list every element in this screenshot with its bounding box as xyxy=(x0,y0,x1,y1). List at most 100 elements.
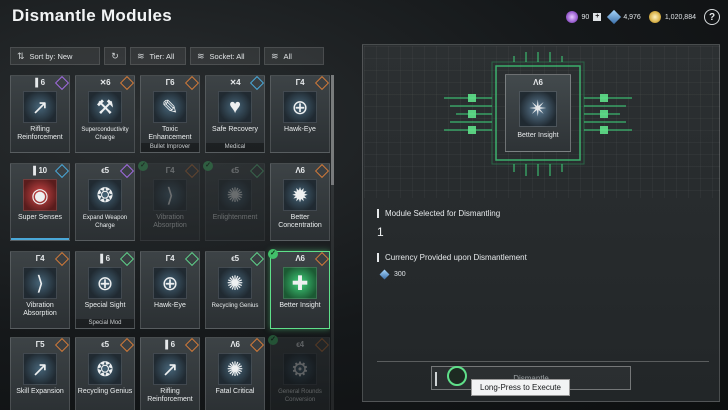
rifle-icon: ↗ xyxy=(23,91,57,123)
currency-gem: 4,976 xyxy=(607,9,641,25)
socket-filter-button[interactable]: ≋ Socket: All xyxy=(190,47,260,65)
button-edge xyxy=(435,372,437,386)
long-press-indicator[interactable] xyxy=(447,366,467,386)
recycle-icon: ❂ xyxy=(88,353,122,385)
module-card[interactable]: ✕6 ⚒ Superconductivity Charge xyxy=(75,75,135,153)
module-card[interactable]: ϵ5 ❂ Recycling Genius xyxy=(75,337,135,410)
module-card[interactable]: ϵ5 ❂ Expand Weapon Charge xyxy=(75,163,135,241)
tier-filter-button[interactable]: ≋ Tier: All xyxy=(130,47,186,65)
refresh-icon: ↻ xyxy=(111,50,119,61)
heart-icon: ♥ xyxy=(218,91,252,123)
spark-icon: ✺ xyxy=(218,179,252,211)
module-card[interactable]: Γ5 ↗ Skill Expansion xyxy=(10,337,70,410)
module-name: Fatal Critical xyxy=(215,388,255,395)
currency-purple-value: 90 xyxy=(581,13,590,21)
checkmark-icon: ✓ xyxy=(138,161,148,171)
module-card-selected[interactable]: ✓ Λ6 ✚ Better Insight xyxy=(268,249,330,329)
checkmark-icon: ✓ xyxy=(203,161,213,171)
module-name: General Rounds Conversion xyxy=(278,389,322,403)
grid-scrollbar[interactable] xyxy=(331,75,334,410)
socket-badge-icon xyxy=(184,75,200,91)
tooltip: Long-Press to Execute xyxy=(471,379,570,396)
module-name: Better Insight xyxy=(517,132,559,139)
expand-icon: ↗ xyxy=(23,353,57,385)
socket-badge-icon xyxy=(249,337,265,353)
shock-icon: ⟩ xyxy=(23,267,57,299)
module-capacity: Λ6 xyxy=(295,254,305,263)
crosshair-icon: ⊕ xyxy=(283,91,317,123)
module-card[interactable]: ▌6 ↗ Rifling Reinforcement xyxy=(10,75,70,153)
module-card[interactable]: Γ6 ✎ Toxic Enhancement Bullet Improver xyxy=(140,75,200,153)
currency-gem-value: 4,976 xyxy=(623,13,641,21)
module-capacity: Γ5 xyxy=(35,340,45,349)
layers-icon: ≋ xyxy=(137,50,145,61)
module-capacity: ▌6 xyxy=(100,254,110,263)
module-name: Better Concentration xyxy=(278,214,322,229)
module-name: Vibration Absorption xyxy=(23,302,57,317)
cylinder-icon: ❂ xyxy=(88,179,122,211)
module-card[interactable]: Γ4 ⊕ Hawk-Eye xyxy=(270,75,330,153)
module-card[interactable]: ✓ Γ4 ⟩ Vibration Absorption xyxy=(138,161,200,241)
module-card[interactable]: Γ4 ⟩ Vibration Absorption xyxy=(10,251,70,329)
module-card[interactable]: ✕4 ♥ Safe Recovery Medical xyxy=(205,75,265,153)
module-card[interactable]: ▌6 ⊕ Special Sight Special Mod xyxy=(75,251,135,329)
sight-icon: ⊕ xyxy=(88,267,122,299)
module-name: Special Sight xyxy=(84,302,126,309)
module-name: Recycling Genius xyxy=(211,303,259,309)
module-grid: ▌6 ↗ Rifling Reinforcement ✕6 ⚒ Supercon… xyxy=(10,75,330,410)
module-name: Hawk-Eye xyxy=(284,126,316,133)
socket-badge-icon xyxy=(184,163,200,179)
module-card[interactable]: Γ4 ⊕ Hawk-Eye xyxy=(140,251,200,329)
module-capacity: Λ6 xyxy=(533,78,543,87)
module-capacity: ▌10 xyxy=(33,166,47,175)
all-filter-button[interactable]: ≋ All xyxy=(264,47,324,65)
module-capacity: ϵ5 xyxy=(231,166,239,175)
module-capacity: Γ6 xyxy=(165,78,175,87)
module-capacity: ▌6 xyxy=(35,78,45,87)
module-capacity: ✕4 xyxy=(229,78,241,87)
reset-button[interactable]: ↻ xyxy=(104,47,126,65)
gun-icon: ⚒ xyxy=(88,91,122,123)
purple-coin-icon xyxy=(565,11,578,23)
all-label: All xyxy=(283,51,292,61)
currency-gold: 1,020,884 xyxy=(648,11,696,23)
help-button[interactable]: ? xyxy=(704,9,720,25)
sort-label: Sort by: New xyxy=(29,51,73,61)
module-card[interactable]: Λ6 ✺ Fatal Critical xyxy=(205,337,265,410)
module-capacity: Γ4 xyxy=(165,166,175,175)
module-card[interactable]: ✓ ϵ4 ⚙ General Rounds Conversion xyxy=(268,335,330,410)
socket-badge-icon xyxy=(314,163,330,179)
module-name: Super Senses xyxy=(18,214,62,221)
module-category: Bullet Improver xyxy=(141,143,199,152)
module-name: Rifling Reinforcement xyxy=(17,126,63,141)
module-name: Superconductivity Charge xyxy=(81,127,129,141)
insight-icon: ✴ xyxy=(519,91,557,127)
module-capacity: ▌6 xyxy=(165,340,175,349)
add-currency-icon[interactable]: + xyxy=(593,13,602,21)
module-card[interactable]: ϵ5 ✺ Recycling Genius xyxy=(205,251,265,329)
socket-badge-icon xyxy=(119,75,135,91)
selected-module-card: Λ6 ✴ Better Insight xyxy=(505,74,571,152)
socket-badge-icon xyxy=(314,337,330,353)
module-card[interactable]: Λ6 ✹ Better Concentration xyxy=(270,163,330,241)
cog-icon: ✹ xyxy=(283,179,317,211)
socket-badge-icon xyxy=(184,251,200,267)
scrollbar-thumb[interactable] xyxy=(331,75,334,185)
page-title: Dismantle Modules xyxy=(12,6,173,25)
socket-label: Socket: All xyxy=(209,51,245,61)
socket-badge-icon xyxy=(249,251,265,267)
module-capacity: ✕6 xyxy=(99,78,111,87)
gem-icon xyxy=(379,269,390,280)
module-name: Skill Expansion xyxy=(16,388,64,395)
module-card[interactable]: ▌6 ↗ Rifling Reinforcement xyxy=(140,337,200,410)
module-capacity: Γ4 xyxy=(165,254,175,263)
sort-button[interactable]: ⇅ Sort by: New xyxy=(10,47,100,65)
module-category: Special Mod xyxy=(76,319,134,328)
module-card[interactable]: ✓ ϵ5 ✺ Enlightenment xyxy=(203,161,265,241)
shock-icon: ⟩ xyxy=(153,179,187,211)
currency-label: Currency Provided upon Dismantlement xyxy=(377,253,527,262)
module-capacity: ϵ4 xyxy=(296,340,304,349)
socket-badge-icon xyxy=(119,163,135,179)
module-card[interactable]: ▌10 ◉ Super Senses xyxy=(10,163,70,241)
socket-badge-icon xyxy=(314,251,330,267)
